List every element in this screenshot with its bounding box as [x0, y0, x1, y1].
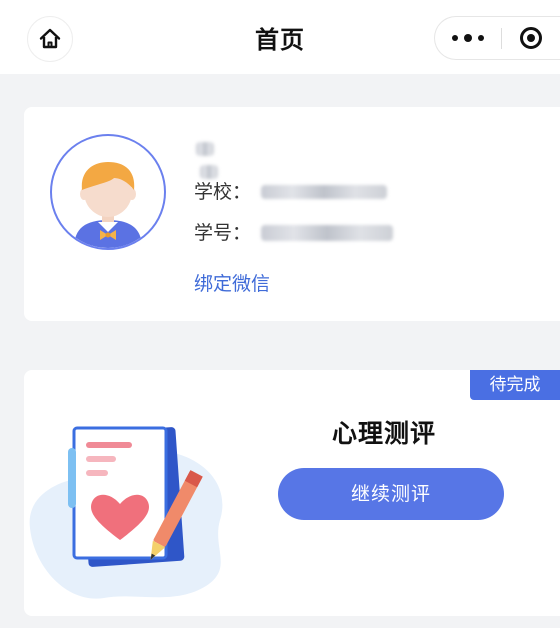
assessment-title: 心理测评 [332, 419, 437, 448]
school-label: 学校： [194, 180, 252, 203]
student-id-value-blurred [261, 224, 394, 241]
student-id-row: 学号： [194, 219, 394, 245]
more-dots-icon-center [464, 34, 472, 42]
school-row: 学校： [194, 178, 388, 204]
bind-wechat-link[interactable]: 绑定微信 [194, 269, 270, 296]
close-mini-program-button[interactable] [502, 17, 560, 59]
navigation-bar: 首页 [0, 0, 560, 74]
avatar [50, 134, 166, 250]
assessment-card: 待完成 心理测评 继续测评 [24, 370, 560, 616]
continue-assessment-button[interactable]: 继续测评 [278, 468, 504, 520]
child-avatar-icon [74, 162, 142, 248]
student-id-label: 学号： [194, 221, 252, 244]
status-badge: 待完成 [470, 370, 560, 400]
document-heart-pen-illustration [29, 426, 223, 599]
page: 首页 学校： 学号： 绑定微信 待完成 心理测评 继续测评 [0, 0, 560, 628]
mini-program-capsule [434, 16, 560, 60]
more-button[interactable] [435, 17, 501, 59]
more-dots-icon [452, 35, 458, 41]
more-dots-icon-right [478, 35, 484, 41]
profile-card: 学校： 学号： 绑定微信 [24, 107, 560, 321]
user-name-blurred [196, 137, 240, 179]
school-value-blurred [261, 184, 388, 199]
target-circle-icon [520, 27, 542, 49]
